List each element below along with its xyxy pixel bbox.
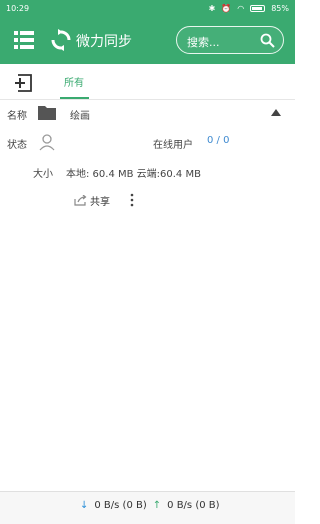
bluetooth-icon: ✱ (208, 3, 216, 13)
app-title: 微力同步 (76, 34, 132, 50)
upload-speed: 0 B/s (0 B) (167, 500, 220, 511)
wifi-icon: ◠ (237, 3, 245, 13)
more-options-icon[interactable] (128, 193, 136, 207)
battery-percent: 85% (271, 3, 289, 13)
share-label: 共享 (90, 197, 110, 208)
online-users-count: 0 / 0 (207, 135, 230, 146)
size-value: 本地: 60.4 MB 云端:60.4 MB (66, 169, 201, 180)
download-arrow-icon: ↓ (80, 500, 89, 511)
status-time: 10:29 (6, 3, 30, 13)
online-users-label: 在线用户 (153, 140, 193, 151)
user-icon (39, 134, 55, 151)
name-label: 名称 (7, 111, 27, 122)
tab-bar: 所有 (0, 64, 295, 100)
download-speed: 0 B/s (0 B) (94, 500, 147, 511)
tab-indicator (60, 97, 89, 99)
status-bar: 10:29 ✱ ⏰ ◠ 85% (0, 0, 295, 16)
status-label: 状态 (7, 140, 27, 151)
status-icons: ✱ ⏰ ◠ 85% (209, 4, 289, 13)
search-input[interactable]: 搜索... (176, 26, 284, 54)
sync-logo-icon (51, 29, 71, 51)
transfer-status-bar: ↓ 0 B/s (0 B) ↑ 0 B/s (0 B) (0, 491, 295, 524)
add-folder-icon[interactable] (14, 73, 34, 93)
folder-name[interactable]: 绘画 (70, 107, 90, 122)
share-icon (74, 195, 87, 206)
folder-icon (38, 106, 56, 120)
collapse-icon[interactable] (271, 109, 281, 117)
transfer-speeds: ↓ 0 B/s (0 B) ↑ 0 B/s (0 B) (80, 500, 220, 511)
app-bar: 微力同步 搜索... (0, 16, 295, 64)
search-icon[interactable] (260, 33, 275, 48)
upload-arrow-icon: ↑ (152, 500, 162, 511)
tab-all[interactable]: 所有 (64, 74, 84, 89)
search-placeholder: 搜索... (187, 36, 220, 49)
battery-icon (250, 4, 266, 12)
share-button[interactable]: 共享 (74, 193, 110, 208)
list-menu-icon[interactable] (14, 30, 34, 50)
size-label: 大小 (33, 169, 53, 180)
alarm-icon: ⏰ (221, 3, 232, 13)
